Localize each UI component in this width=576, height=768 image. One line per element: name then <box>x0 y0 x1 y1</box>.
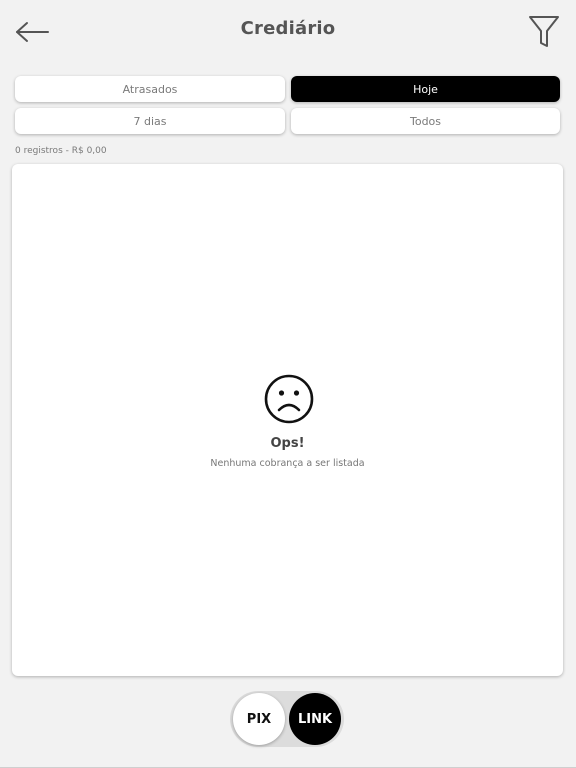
empty-state-message: Nenhuma cobrança a ser listada <box>210 458 365 469</box>
filter-atrasados[interactable]: Atrasados <box>15 76 285 102</box>
pix-button[interactable]: PIX <box>233 693 285 745</box>
filter-button[interactable] <box>524 12 564 52</box>
filter-7-dias[interactable]: 7 dias <box>15 108 285 134</box>
filter-hoje[interactable]: Hoje <box>291 76 560 102</box>
app-header: Crediário <box>0 0 576 64</box>
results-card: Ops! Nenhuma cobrança a ser listada <box>12 164 563 676</box>
records-summary: 0 registros - R$ 0,00 <box>15 146 107 156</box>
page-title: Crediário <box>240 18 336 39</box>
payment-type-toggle: PIX LINK <box>230 691 344 747</box>
empty-state-title: Ops! <box>270 436 305 451</box>
link-button[interactable]: LINK <box>289 693 341 745</box>
filter-todos[interactable]: Todos <box>291 108 560 134</box>
sad-face-icon <box>263 373 315 425</box>
filter-icon <box>529 16 559 47</box>
